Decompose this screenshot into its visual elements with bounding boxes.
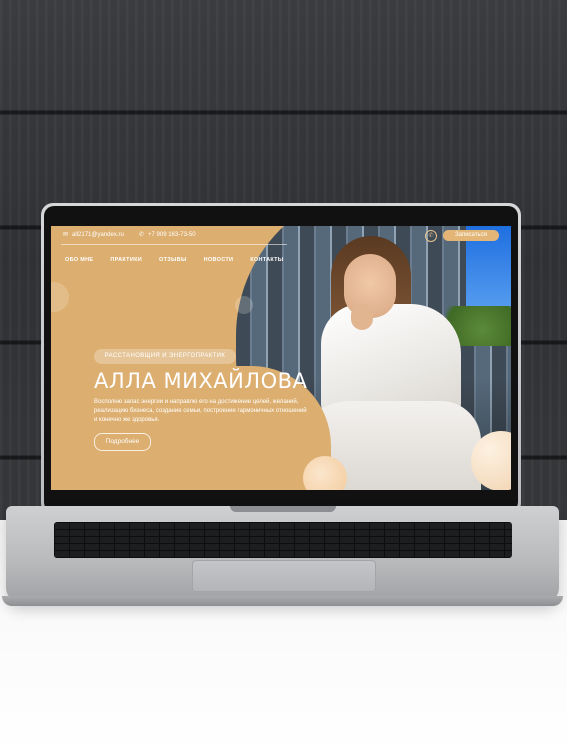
laptop-hinge	[230, 506, 336, 512]
phone-contact[interactable]: ✆ +7 909 163-73-50	[139, 231, 196, 239]
whatsapp-icon[interactable]: ✆	[425, 230, 437, 242]
main-nav: ОБО МНЕ ПРАКТИКИ ОТЗЫВЫ НОВОСТИ КОНТАКТЫ	[65, 257, 300, 263]
top-divider	[61, 244, 287, 245]
nav-item-reviews[interactable]: ОТЗЫВЫ	[159, 257, 187, 263]
laptop-keyboard	[54, 522, 512, 558]
nav-item-practices[interactable]: ПРАКТИКИ	[110, 257, 142, 263]
book-button[interactable]: Записаться	[443, 230, 499, 241]
laptop-trackpad	[192, 560, 376, 592]
phone-text: +7 909 163-73-50	[148, 231, 196, 238]
more-button[interactable]: Подробнее	[94, 433, 151, 451]
photo-person-hand	[351, 304, 373, 330]
laptop-base-edge	[2, 596, 563, 606]
email-text: all2171@yandex.ru	[72, 231, 124, 238]
profession-tag: РАССТАНОВЩИЯ И ЭНЕРГОПРАКТИК	[94, 349, 236, 364]
hero-description: Восполню запас энергии и направлю его на…	[94, 399, 307, 423]
mail-icon: ✉	[63, 232, 69, 238]
nav-item-about[interactable]: ОБО МНЕ	[65, 257, 93, 263]
laptop-screen: ✉ all2171@yandex.ru ✆ +7 909 163-73-50 ✆…	[51, 226, 511, 490]
decorative-circle-small-2	[235, 296, 253, 314]
nav-item-contacts[interactable]: КОНТАКТЫ	[250, 257, 283, 263]
hero-title: АЛЛА МИХАЙЛОВА	[94, 369, 308, 393]
email-contact[interactable]: ✉ all2171@yandex.ru	[63, 231, 124, 239]
top-bar: ✉ all2171@yandex.ru ✆ +7 909 163-73-50 ✆…	[51, 226, 511, 246]
nav-item-news[interactable]: НОВОСТИ	[204, 257, 234, 263]
phone-icon: ✆	[139, 232, 145, 238]
